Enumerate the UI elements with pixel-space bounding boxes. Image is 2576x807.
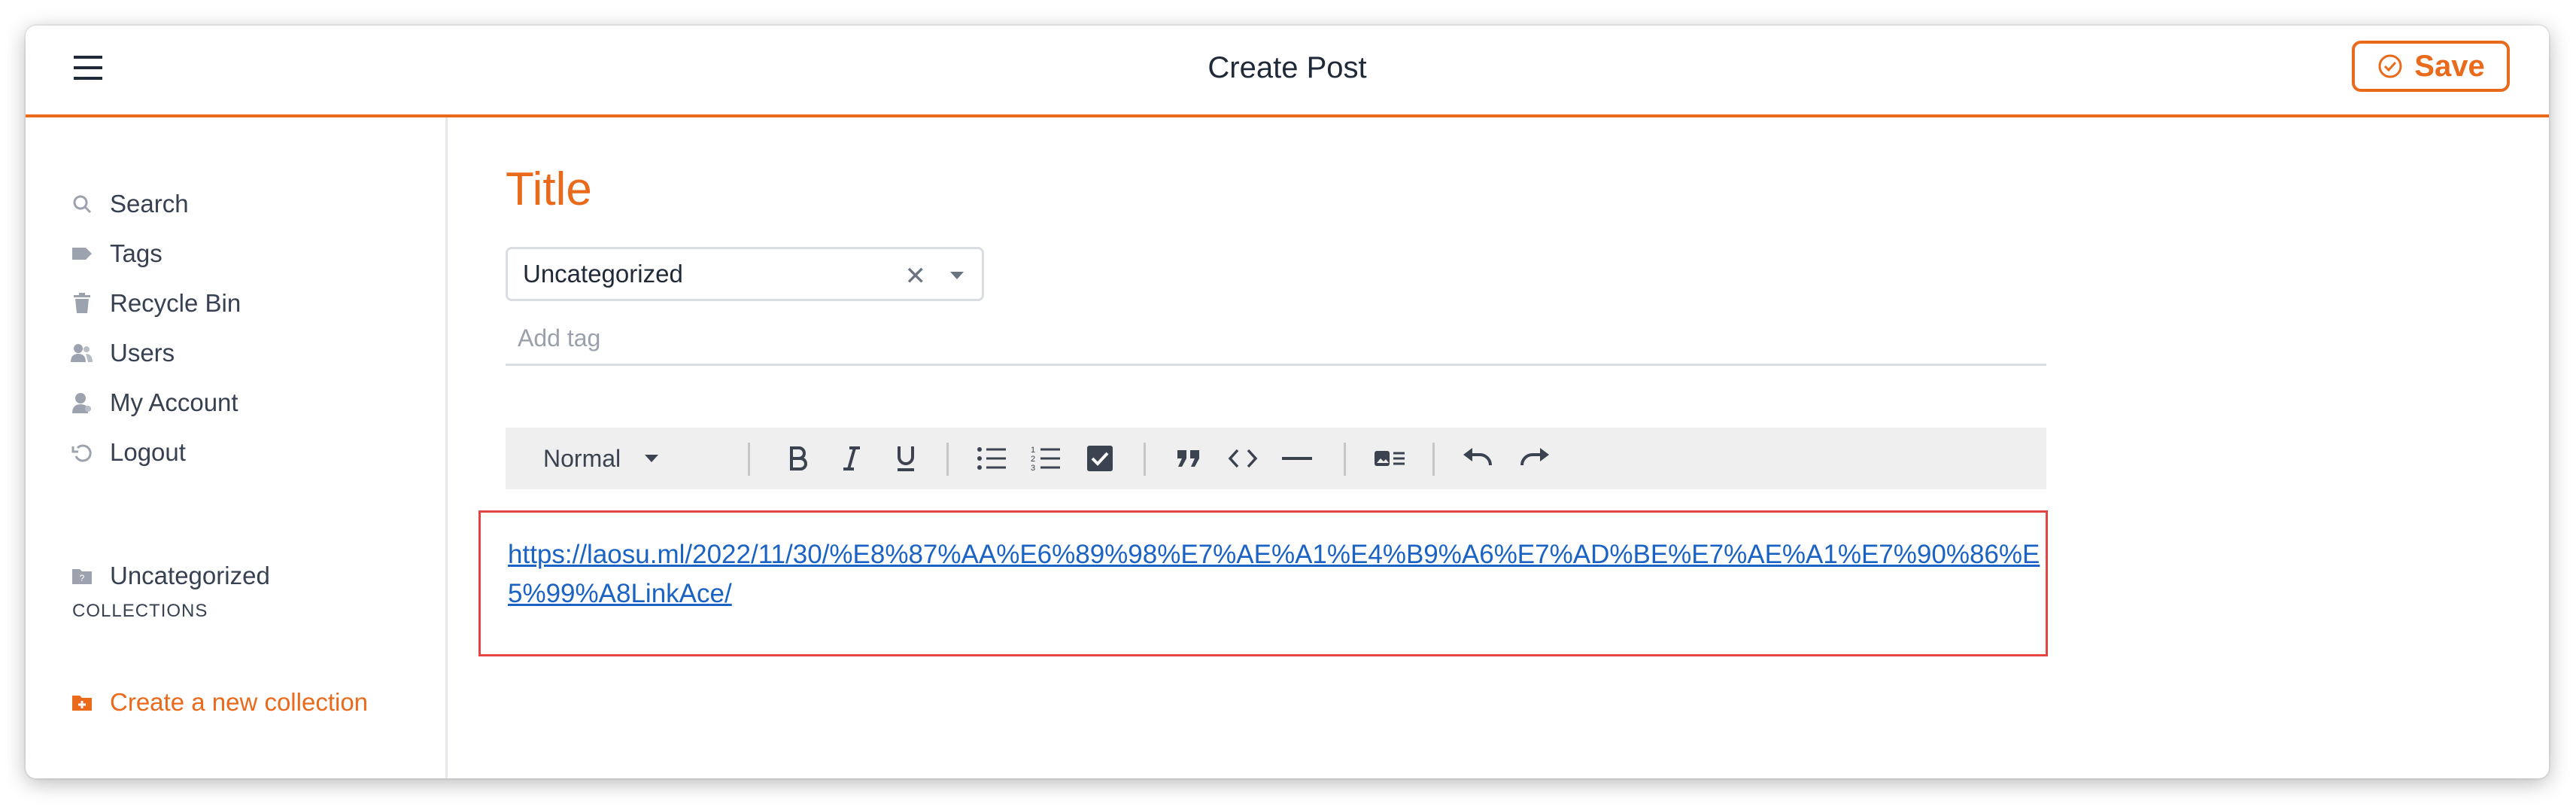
sidebar: Search Tags Recycle Bin Users My Account… xyxy=(26,117,448,778)
bullet-list-icon[interactable] xyxy=(969,428,1014,489)
underline-icon[interactable] xyxy=(883,428,928,489)
collections-heading: COLLECTIONS xyxy=(72,601,208,621)
save-button[interactable]: Save xyxy=(2352,41,2510,92)
save-label: Save xyxy=(2414,49,2485,83)
redo-icon[interactable] xyxy=(1511,428,1557,489)
svg-text:1: 1 xyxy=(1031,446,1035,455)
sidebar-item-tags[interactable]: Tags xyxy=(71,239,163,268)
sidebar-item-logout[interactable]: Logout xyxy=(71,438,186,467)
account-icon xyxy=(71,391,93,414)
sidebar-item-label: Recycle Bin xyxy=(110,289,242,317)
svg-text:3: 3 xyxy=(1031,464,1035,472)
undo-icon[interactable] xyxy=(1455,428,1502,489)
clear-icon[interactable]: ✕ xyxy=(905,261,927,291)
tag-input[interactable] xyxy=(506,313,2046,366)
sidebar-item-label: Logout xyxy=(110,438,186,466)
svg-text:?: ? xyxy=(80,573,85,583)
folder-plus-icon xyxy=(71,691,93,714)
editor-body[interactable]: https://laosu.ml/2022/11/30/%E8%87%AA%E6… xyxy=(478,510,2048,656)
search-icon xyxy=(71,193,93,215)
sidebar-item-uncategorized[interactable]: ? Uncategorized xyxy=(71,562,270,590)
editor-toolbar: Normal 123 xyxy=(506,428,2046,489)
format-dropdown[interactable]: Normal xyxy=(543,428,686,489)
code-icon[interactable] xyxy=(1220,428,1265,489)
sidebar-item-search[interactable]: Search xyxy=(71,190,189,218)
category-value: Uncategorized xyxy=(523,260,683,288)
category-select[interactable]: Uncategorized ✕ xyxy=(506,247,984,301)
header-bar: Create Post Save xyxy=(26,26,2549,117)
app-window: Create Post Save Search Tags Recycle Bin… xyxy=(26,26,2549,778)
folder-icon: ? xyxy=(71,565,93,587)
toolbar-divider xyxy=(1344,443,1346,476)
checklist-icon[interactable] xyxy=(1077,428,1122,489)
sidebar-item-recycle-bin[interactable]: Recycle Bin xyxy=(71,289,241,318)
sidebar-item-my-account[interactable]: My Account xyxy=(71,388,238,417)
toolbar-divider xyxy=(1144,443,1146,476)
svg-text:2: 2 xyxy=(1031,455,1035,464)
trash-icon xyxy=(71,292,93,315)
toolbar-divider xyxy=(946,443,949,476)
sidebar-item-label: Uncategorized xyxy=(110,562,270,589)
italic-icon[interactable] xyxy=(829,428,874,489)
chevron-down-icon[interactable] xyxy=(950,272,964,279)
sidebar-item-label: Search xyxy=(110,190,189,218)
create-collection-label: Create a new collection xyxy=(110,688,369,716)
logout-icon xyxy=(71,441,93,464)
horizontal-rule-icon[interactable] xyxy=(1274,428,1320,489)
sidebar-item-label: Tags xyxy=(110,239,163,267)
ordered-list-icon[interactable]: 123 xyxy=(1023,428,1068,489)
post-title[interactable]: Title xyxy=(506,163,592,216)
toolbar-divider xyxy=(748,443,750,476)
format-label: Normal xyxy=(543,444,621,472)
sidebar-item-label: My Account xyxy=(110,388,238,416)
create-collection-link[interactable]: Create a new collection xyxy=(71,688,368,717)
body-link[interactable]: https://laosu.ml/2022/11/30/%E8%87%AA%E6… xyxy=(508,535,2043,614)
page-title: Create Post xyxy=(1208,51,1367,84)
toolbar-divider xyxy=(1432,443,1435,476)
check-circle-icon xyxy=(2378,54,2402,78)
bold-icon[interactable] xyxy=(775,428,820,489)
sidebar-item-label: Users xyxy=(110,339,175,367)
users-icon xyxy=(71,342,93,364)
tag-icon xyxy=(71,242,93,265)
quote-icon[interactable] xyxy=(1166,428,1211,489)
embed-card-icon[interactable] xyxy=(1366,428,1413,489)
sidebar-item-users[interactable]: Users xyxy=(71,339,175,367)
chevron-down-icon xyxy=(645,455,659,462)
